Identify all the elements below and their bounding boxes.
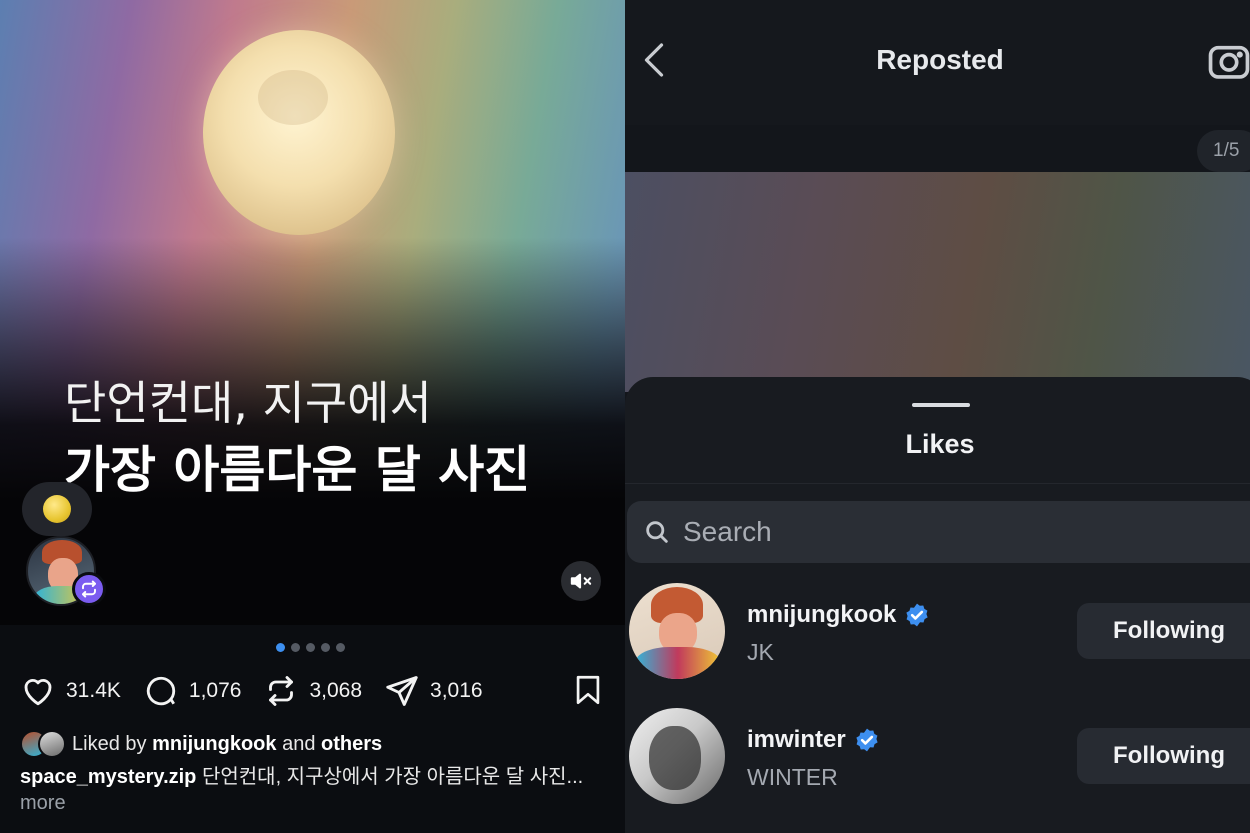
post-caption: space_mystery.zip 단언컨대, 지구상에서 가장 아름다운 달 … [20, 764, 600, 816]
comment-count: 1,076 [188, 679, 242, 702]
following-button[interactable]: Following [1077, 603, 1250, 659]
carousel-indicator [276, 643, 345, 652]
post-headline: 단언컨대, 지구에서 가장 아름다운 달 사진 [64, 372, 530, 506]
search-bar[interactable] [627, 501, 1250, 563]
headline-line-1: 단언컨대, 지구에서 [64, 376, 432, 430]
save-button[interactable] [571, 672, 605, 713]
repost-icon [269, 676, 294, 706]
caption-username[interactable]: space_mystery.zip [20, 766, 196, 788]
share-count: 3,016 [430, 679, 483, 702]
mute-button[interactable] [561, 561, 601, 601]
sheet-title: Likes [905, 429, 975, 459]
comment-icon [146, 676, 176, 706]
divider [625, 483, 1250, 484]
camera-icon[interactable] [1207, 40, 1250, 80]
like-button[interactable]: 31.4K [20, 673, 121, 709]
speaker-muted-icon [570, 573, 592, 589]
list-item[interactable]: mnijungkook JK Following [625, 583, 1250, 693]
liked-by-summary[interactable]: Liked by mnijungkook and others [20, 730, 382, 758]
following-button[interactable]: Following [1077, 728, 1250, 784]
caption-text: 단언컨대, 지구상에서 가장 아름다운 달 사진... [201, 766, 584, 788]
carousel-counter: 1/5 [1197, 130, 1250, 172]
page-title: Reposted [876, 44, 1004, 75]
liked-by-text: Liked by mnijungkook and others [72, 732, 383, 755]
share-button[interactable]: 3,016 [384, 673, 483, 709]
likes-sheet: Likes mnijungkook JK Following imwinter [625, 377, 1250, 833]
repost-button[interactable]: 3,068 [263, 673, 362, 709]
send-icon [386, 676, 418, 706]
repost-count: 3,068 [309, 679, 363, 702]
reposted-media[interactable] [625, 172, 1250, 392]
carousel-dot [276, 643, 285, 652]
carousel-dot [321, 643, 330, 652]
liker-avatar [38, 730, 66, 758]
carousel-dot [291, 643, 300, 652]
list-item[interactable]: imwinter WINTER Following [625, 708, 1250, 818]
search-icon [646, 521, 668, 543]
headline-line-2: 가장 아름다운 달 사진 [64, 441, 531, 499]
username[interactable]: imwinter [747, 726, 880, 754]
moon-image [203, 30, 395, 235]
display-name: JK [747, 639, 774, 665]
like-count: 31.4K [66, 679, 121, 702]
username[interactable]: mnijungkook [747, 601, 930, 629]
verified-badge-icon [906, 603, 928, 627]
verified-badge-icon [856, 728, 878, 752]
caption-more-link[interactable]: more [20, 792, 66, 814]
display-name: WINTER [747, 764, 838, 790]
carousel-dot [306, 643, 315, 652]
post-media[interactable]: 단언컨대, 지구에서 가장 아름다운 달 사진 [0, 0, 625, 625]
bookmark-icon [576, 675, 600, 705]
post-panel: 단언컨대, 지구에서 가장 아름다운 달 사진 31.4K 1,076 3,06… [0, 0, 625, 833]
liked-by-others[interactable]: others [321, 733, 382, 755]
avatar[interactable] [629, 583, 725, 679]
heart-icon [24, 678, 52, 706]
search-input[interactable] [683, 516, 1183, 548]
sheet-drag-handle[interactable] [912, 403, 970, 407]
top-bar: Reposted [625, 0, 1250, 125]
avatar[interactable] [629, 708, 725, 804]
carousel-dot [336, 643, 345, 652]
post-actions: 31.4K 1,076 3,068 3,016 [20, 670, 605, 712]
moon-emoji-icon [43, 495, 71, 523]
emoji-status-bubble[interactable] [22, 482, 92, 536]
repost-badge-icon [72, 572, 106, 606]
liked-by-username[interactable]: mnijungkook [152, 733, 276, 755]
reposted-panel: Reposted 1/5 Likes mnijungkook JK Follow… [625, 0, 1250, 833]
comment-button[interactable]: 1,076 [143, 673, 242, 709]
